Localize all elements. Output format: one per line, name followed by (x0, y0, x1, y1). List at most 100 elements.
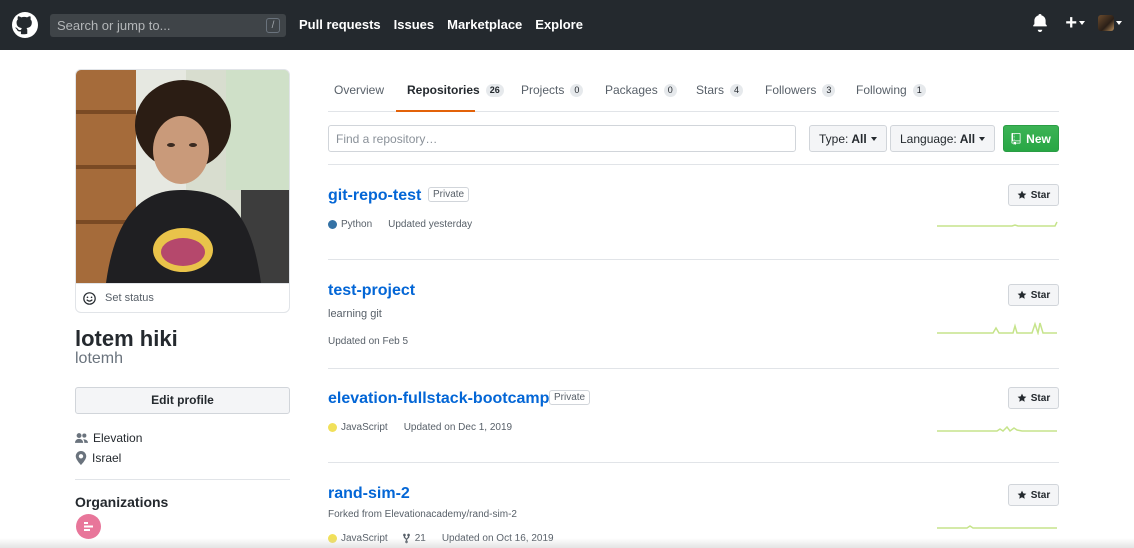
activity-sparkline (937, 321, 1057, 335)
location-text: Israel (92, 451, 122, 465)
repo-divider (328, 259, 1059, 260)
repo-updated: Updated on Feb 5 (328, 336, 409, 347)
selected-tab-indicator (396, 110, 475, 112)
chevron-down-icon (1116, 21, 1122, 25)
repo-fork-source: Forked from Elevationacademy/rand-sim-2 (328, 509, 517, 520)
find-repository-input[interactable] (329, 126, 795, 151)
nav-marketplace[interactable]: Marketplace (447, 17, 522, 32)
tab-label: Overview (334, 83, 385, 97)
tab-label: Followers (765, 83, 817, 97)
search-shortcut-hint: / (266, 18, 280, 33)
nav-explore[interactable]: Explore (535, 17, 583, 32)
repo-name-link[interactable]: test-project (328, 282, 415, 300)
smiley-icon (83, 291, 96, 305)
star-icon (1017, 290, 1027, 299)
chevron-down-icon (870, 136, 877, 141)
repo-updated: Updated on Dec 1, 2019 (403, 422, 513, 433)
repo-name-link[interactable]: rand-sim-2 (328, 485, 410, 503)
new-repository-button[interactable]: New (1003, 125, 1059, 152)
avatar (1098, 15, 1114, 31)
github-logo-icon[interactable] (12, 12, 38, 38)
star-button[interactable]: Star (1008, 184, 1059, 206)
tab-packages[interactable]: Packages 0 (605, 83, 677, 97)
repo-meta: Python Updated yesterday (328, 219, 472, 230)
profile-avatar-card: Set status (75, 69, 290, 313)
header-nav: Pull requests Issues Marketplace Explore (299, 17, 596, 32)
language-filter-value: All (959, 131, 976, 146)
search-input[interactable] (50, 14, 286, 37)
repo-icon (1011, 132, 1021, 145)
star-label: Star (1030, 392, 1051, 404)
top-header: / Pull requests Issues Marketplace Explo… (0, 0, 1134, 50)
bell-icon[interactable] (1032, 14, 1048, 32)
star-label: Star (1030, 489, 1051, 501)
repo-name-link[interactable]: elevation-fullstack-bootcamp (328, 390, 549, 408)
tab-count: 3 (822, 83, 836, 97)
activity-sparkline (937, 525, 1057, 529)
tab-count: 0 (663, 83, 677, 97)
repo-name-link[interactable]: git-repo-test (328, 187, 421, 205)
repo-description: learning git (328, 308, 382, 320)
tab-following[interactable]: Following 1 (856, 83, 926, 97)
nav-issues[interactable]: Issues (394, 17, 434, 32)
tab-label: Stars (696, 83, 725, 97)
star-button[interactable]: Star (1008, 484, 1059, 506)
language-color-dot (328, 423, 337, 432)
tab-label: Packages (605, 83, 658, 97)
tab-count: 0 (570, 83, 584, 97)
location-icon (75, 451, 87, 465)
tab-stars[interactable]: Stars 4 (696, 83, 744, 97)
repo-meta: JavaScript Updated on Dec 1, 2019 (328, 422, 512, 433)
tab-count: 26 (485, 83, 504, 97)
activity-sparkline (937, 221, 1058, 227)
create-new-dropdown[interactable]: + (1065, 12, 1085, 34)
star-label: Star (1030, 189, 1051, 201)
language-filter-dropdown[interactable]: Language: All (890, 125, 996, 152)
star-button[interactable]: Star (1008, 387, 1059, 409)
star-button[interactable]: Star (1008, 284, 1059, 306)
profile-username: lotemh (75, 350, 124, 367)
nav-pull-requests[interactable]: Pull requests (299, 17, 381, 32)
profile-organization: Elevation (75, 431, 142, 445)
tab-label: Projects (521, 83, 565, 97)
set-status-label: Set status (105, 292, 154, 304)
tab-repositories[interactable]: Repositories 26 (407, 83, 504, 97)
language-filter-label: Language: (900, 131, 957, 146)
repo-language: JavaScript (341, 422, 388, 433)
chevron-down-icon (1079, 21, 1085, 25)
profile-tabs: Overview Repositories 26 Projects 0 Pack… (328, 69, 1059, 112)
star-icon (1017, 393, 1027, 402)
tab-followers[interactable]: Followers 3 (765, 83, 836, 97)
set-status-button[interactable]: Set status (76, 283, 289, 312)
repo-divider (328, 462, 1059, 463)
repo-divider (328, 368, 1059, 369)
tab-label: Repositories (407, 83, 480, 97)
user-menu-dropdown[interactable] (1098, 15, 1122, 31)
organizations-heading: Organizations (75, 494, 169, 510)
star-icon (1017, 190, 1027, 199)
tab-projects[interactable]: Projects 0 (521, 83, 584, 97)
bottom-edge-fade (0, 538, 1134, 548)
people-icon (75, 433, 88, 443)
toolbar-divider (328, 164, 1059, 165)
private-badge: Private (549, 390, 591, 405)
organization-text: Elevation (93, 431, 143, 445)
star-icon (1017, 490, 1027, 499)
type-filter-dropdown[interactable]: Type: All (809, 125, 887, 152)
type-filter-value: All (851, 131, 867, 146)
find-repository-box[interactable] (328, 125, 796, 152)
activity-sparkline (937, 425, 1057, 433)
tab-count: 1 (912, 83, 926, 97)
edit-profile-button[interactable]: Edit profile (75, 387, 290, 414)
repo-meta: Updated on Feb 5 (328, 336, 408, 347)
search-box[interactable]: / (50, 14, 286, 37)
star-label: Star (1030, 289, 1051, 301)
chevron-down-icon (979, 136, 986, 141)
profile-location: Israel (75, 451, 121, 465)
new-button-label: New (1026, 131, 1051, 146)
type-filter-label: Type: (819, 131, 849, 146)
tab-label: Following (856, 83, 907, 97)
plus-icon: + (1065, 12, 1077, 34)
tab-overview[interactable]: Overview (334, 83, 384, 97)
organization-avatar[interactable] (76, 514, 101, 539)
